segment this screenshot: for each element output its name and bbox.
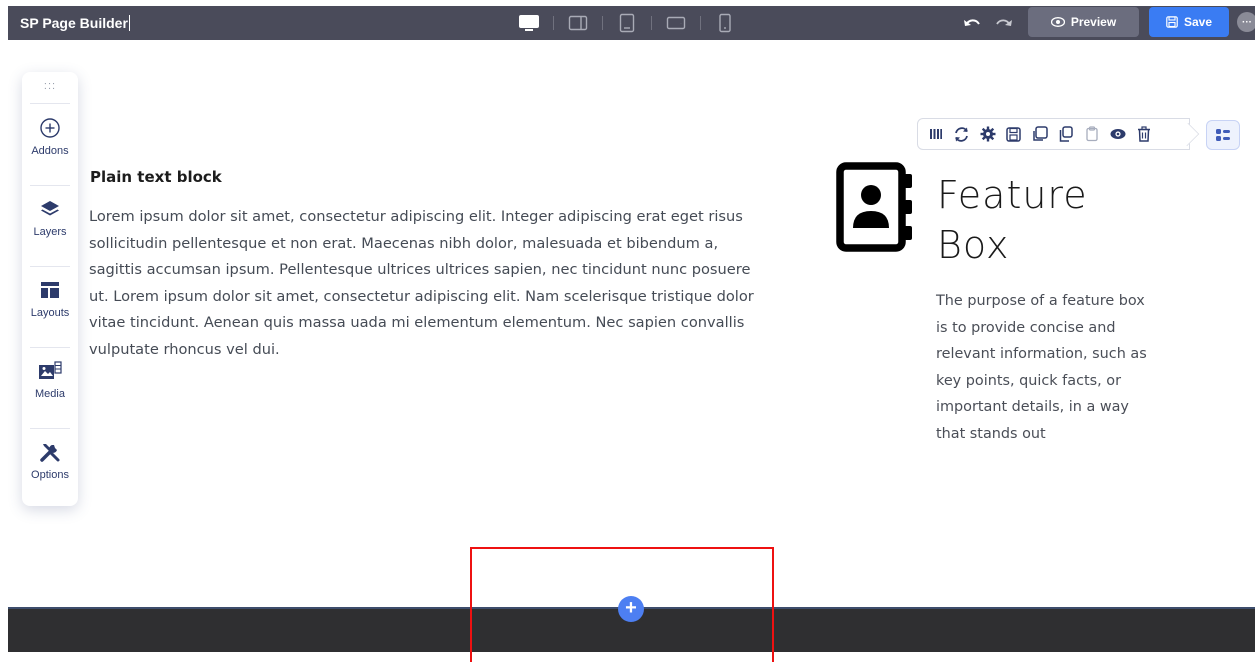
save-label: Save bbox=[1183, 15, 1213, 29]
sidebar-drag-handle[interactable]: ::: bbox=[22, 80, 78, 100]
device-switcher bbox=[518, 12, 736, 34]
text-line: vulputate rhoncus vel dui. bbox=[89, 340, 280, 358]
sidebar-item-media[interactable]: Media bbox=[22, 348, 78, 428]
text-line: vitae tincidunt. Aenean quis massa uada … bbox=[89, 314, 745, 332]
text-block-heading[interactable]: Plain text block bbox=[90, 168, 222, 186]
laptop-view-button[interactable] bbox=[567, 12, 589, 34]
device-separator bbox=[553, 16, 554, 30]
sidebar-item-addons[interactable]: Addons bbox=[22, 105, 78, 185]
preview-label: Preview bbox=[1070, 15, 1117, 29]
page-builder-root: SP Page Builder Preview Save ···::: Add… bbox=[0, 0, 1255, 662]
sidebar-item-options[interactable]: Options bbox=[22, 429, 78, 509]
add-section-button[interactable]: + bbox=[618, 596, 644, 622]
sidebar-item-label: Addons bbox=[31, 145, 69, 157]
visibility-button[interactable] bbox=[1108, 125, 1127, 144]
text-caret bbox=[128, 15, 130, 31]
trash-icon bbox=[1137, 126, 1150, 142]
tablet-icon bbox=[619, 13, 635, 33]
device-separator bbox=[651, 16, 652, 30]
refresh-icon bbox=[955, 126, 968, 142]
text-line: key points, quick facts, or bbox=[936, 372, 1121, 389]
plus-circle-icon bbox=[40, 118, 60, 138]
sidebar-item-label: Layers bbox=[33, 226, 67, 238]
text-line: ut. Lorem ipsum dolor sit amet, consecte… bbox=[89, 287, 754, 305]
media-icon bbox=[39, 361, 62, 379]
copy-button[interactable] bbox=[1030, 125, 1049, 144]
sidebar-item-layouts[interactable]: Layouts bbox=[22, 267, 78, 347]
save-icon bbox=[1006, 126, 1021, 142]
text-line: sagittis accumsan ipsum. Pellentesque ul… bbox=[89, 261, 751, 279]
device-separator bbox=[602, 16, 603, 30]
text-line: relevant information, such as bbox=[936, 346, 1147, 362]
text-block-body[interactable]: Lorem ipsum dolor sit amet, consectetur … bbox=[89, 204, 804, 364]
text-line: that stands out bbox=[936, 425, 1046, 442]
sidebar-item-label: Options bbox=[31, 469, 69, 481]
eye-icon bbox=[1110, 129, 1125, 139]
copy-icon bbox=[1032, 126, 1048, 141]
paste-icon bbox=[1085, 126, 1098, 142]
text-line: important details, in a way bbox=[936, 399, 1129, 415]
laptop-icon bbox=[568, 15, 588, 31]
columns-icon bbox=[929, 129, 942, 139]
save-button[interactable]: Save bbox=[1149, 7, 1229, 37]
save-icon bbox=[1166, 16, 1178, 28]
more-icon: ··· bbox=[1242, 16, 1252, 28]
preview-button[interactable]: Preview bbox=[1028, 7, 1139, 37]
address-book-icon bbox=[835, 162, 915, 252]
text-line: Lorem ipsum dolor sit amet, consectetur … bbox=[89, 208, 743, 225]
redo-icon bbox=[996, 19, 1012, 26]
sidebar-item-label: Media bbox=[35, 388, 65, 400]
delete-button[interactable] bbox=[1134, 125, 1153, 144]
addon-toolbar bbox=[917, 118, 1190, 150]
save-addon-button[interactable] bbox=[1004, 125, 1023, 144]
paste-button[interactable] bbox=[1082, 125, 1101, 144]
title-line: Feature bbox=[937, 173, 1088, 217]
tablet-landscape-view-button[interactable] bbox=[665, 12, 687, 34]
layout-icon bbox=[41, 282, 59, 298]
undo-button[interactable] bbox=[962, 14, 982, 32]
gear-icon bbox=[980, 126, 995, 142]
mobile-view-button[interactable] bbox=[714, 12, 736, 34]
undo-icon bbox=[964, 19, 980, 26]
device-separator bbox=[700, 16, 701, 30]
text-line: The purpose of a feature box bbox=[936, 293, 1145, 309]
app-title-text: SP Page Builder bbox=[20, 15, 128, 31]
settings-button[interactable] bbox=[978, 125, 997, 144]
tablet-landscape-icon bbox=[666, 16, 686, 30]
eye-icon bbox=[1050, 17, 1065, 27]
duplicate-icon bbox=[1059, 126, 1073, 142]
app-title: SP Page Builder bbox=[20, 15, 130, 31]
sidebar-item-layers[interactable]: Layers bbox=[22, 186, 78, 266]
addon-handle-button[interactable] bbox=[1206, 120, 1240, 150]
title-line: Box bbox=[937, 223, 1010, 267]
desktop-view-button[interactable] bbox=[518, 12, 540, 34]
tools-icon bbox=[40, 444, 60, 462]
text-line: is to provide concise and bbox=[936, 319, 1116, 336]
sidebar-divider bbox=[30, 103, 70, 104]
duplicate-button[interactable] bbox=[1056, 125, 1075, 144]
redo-button[interactable] bbox=[994, 14, 1014, 32]
feature-box-text[interactable]: The purpose of a feature box is to provi… bbox=[936, 288, 1176, 447]
left-sidebar: ::: Addons Layers Layouts Media Options bbox=[22, 72, 78, 506]
tablet-view-button[interactable] bbox=[616, 12, 638, 34]
mobile-icon bbox=[719, 13, 731, 33]
top-bar: SP Page Builder Preview Save ··· bbox=[8, 6, 1255, 40]
addon-grid-icon bbox=[1216, 129, 1230, 141]
sidebar-item-label: Layouts bbox=[30, 307, 70, 319]
columns-button[interactable] bbox=[926, 125, 945, 144]
text-line: sollicitudin pellentesque et non erat. M… bbox=[89, 234, 719, 252]
desktop-icon bbox=[519, 15, 539, 31]
feature-box-title[interactable]: Feature Box bbox=[937, 170, 1088, 270]
layers-icon bbox=[41, 201, 59, 216]
refresh-button[interactable] bbox=[952, 125, 971, 144]
more-options-button[interactable]: ··· bbox=[1237, 12, 1255, 32]
